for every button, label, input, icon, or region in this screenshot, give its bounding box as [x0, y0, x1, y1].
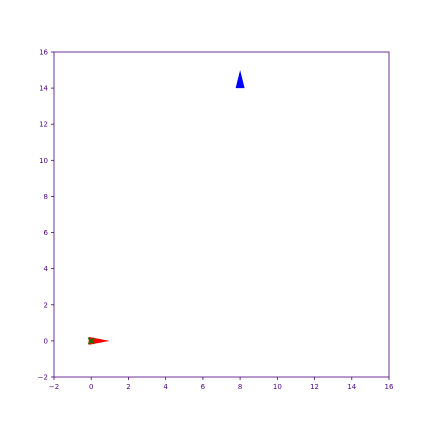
- x-tick-label: 4: [163, 383, 168, 391]
- y-tick-label: 16: [39, 49, 48, 57]
- y-tick-label: 12: [39, 121, 48, 129]
- y-tick-label: 14: [39, 85, 48, 93]
- y-tick-label: 4: [44, 265, 49, 273]
- x-tick-label: −2: [49, 383, 59, 391]
- x-axis-ticks: −2 0 2 4 6 8 10 12 14 16: [49, 377, 394, 391]
- y-tick-label: 8: [44, 193, 48, 201]
- y-tick-label: −2: [38, 374, 48, 382]
- x-tick-label: 8: [238, 383, 242, 391]
- x-tick-label: 6: [201, 383, 206, 391]
- y-tick-label: 10: [39, 157, 48, 165]
- x-tick-label: 12: [310, 383, 319, 391]
- x-tick-label: 0: [89, 383, 93, 391]
- x-tick-label: 16: [385, 383, 394, 391]
- y-axis-ticks: −2 0 2 4 6 8 10 12 14 16: [38, 49, 54, 382]
- y-tick-label: 6: [44, 229, 49, 237]
- x-tick-label: 2: [126, 383, 130, 391]
- plot-area: [53, 51, 390, 378]
- x-tick-label: 10: [273, 383, 282, 391]
- y-tick-label: 2: [44, 301, 48, 309]
- x-tick-label: 14: [347, 383, 356, 391]
- y-tick-label: 0: [44, 337, 48, 345]
- chart: −2 0 2 4 6 8 10 12 14 16 −2 0 2 4 6 8 10 12 14 16: [38, 49, 394, 392]
